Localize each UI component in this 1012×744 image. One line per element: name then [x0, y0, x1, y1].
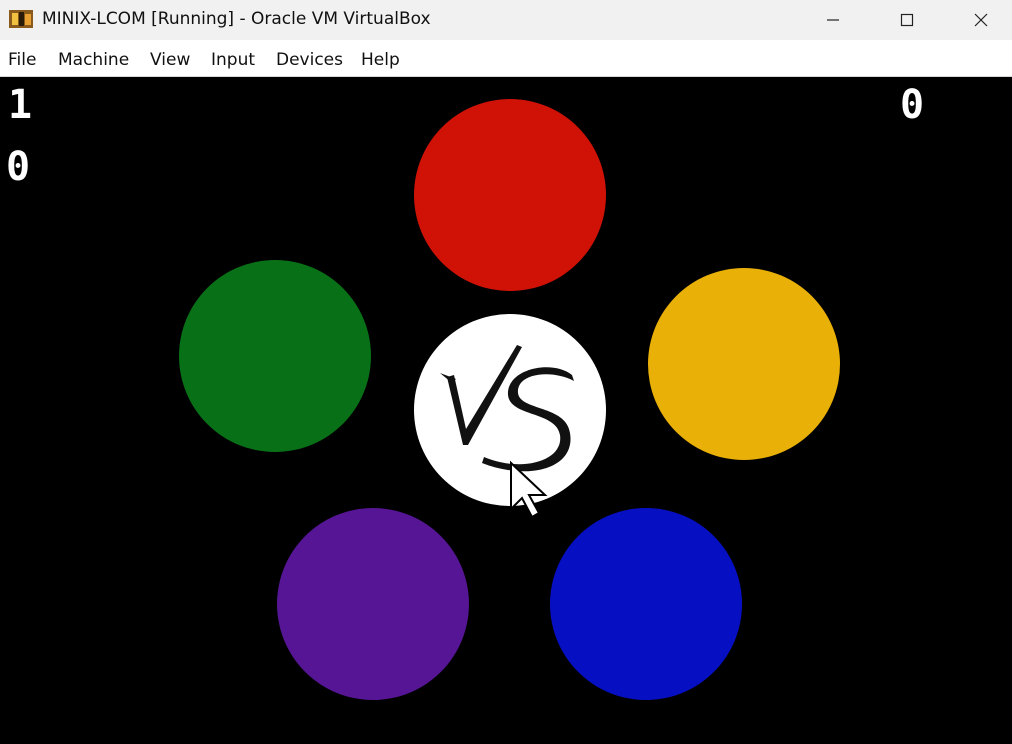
close-icon — [974, 13, 988, 27]
menu-input[interactable]: Input — [211, 50, 255, 70]
title-bar: MINIX-LCOM [Running] - Oracle VM Virtual… — [0, 0, 1012, 40]
game-board: VS — [179, 99, 840, 700]
virtualbox-app-icon — [8, 8, 34, 30]
virtualbox-window: MINIX-LCOM [Running] - Oracle VM Virtual… — [0, 0, 1012, 744]
maximize-button[interactable] — [884, 0, 930, 40]
menu-machine[interactable]: Machine — [58, 50, 129, 70]
red-button[interactable] — [414, 99, 606, 291]
purple-button[interactable] — [277, 508, 469, 700]
minimize-button[interactable] — [810, 0, 856, 40]
vs-center-button[interactable]: VS — [414, 314, 606, 519]
menu-bar: File Machine View Input Devices Help — [0, 40, 1012, 77]
close-button[interactable] — [958, 0, 1004, 40]
menu-devices[interactable]: Devices — [276, 50, 343, 70]
vm-display[interactable]: 1 0 0 VS — [0, 77, 1012, 744]
window-title: MINIX-LCOM [Running] - Oracle VM Virtual… — [42, 9, 431, 29]
minimize-icon — [827, 19, 839, 21]
yellow-button[interactable] — [648, 268, 840, 460]
menu-help[interactable]: Help — [361, 50, 400, 70]
blue-button[interactable] — [550, 508, 742, 700]
green-button[interactable] — [179, 260, 371, 452]
menu-file[interactable]: File — [8, 50, 36, 70]
maximize-icon — [900, 13, 914, 27]
menu-view[interactable]: View — [150, 50, 190, 70]
